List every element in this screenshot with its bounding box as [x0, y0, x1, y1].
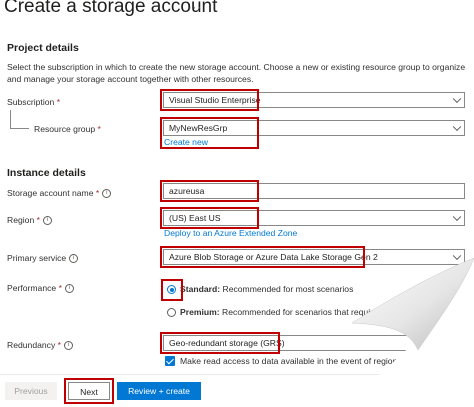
storage-name-highlight [160, 180, 259, 202]
redundancy-highlight [160, 332, 280, 354]
redundancy-label: Redundancy * i [7, 340, 74, 351]
chevron-down-icon [452, 94, 462, 104]
more-options-icon[interactable]: ··· [188, 2, 202, 14]
info-icon[interactable]: i [102, 189, 112, 199]
instance-details-heading: Instance details [7, 167, 86, 179]
primary-service-label: Primary service i [7, 253, 79, 264]
chevron-down-icon [452, 251, 462, 261]
read-access-checkbox[interactable] [165, 356, 175, 366]
chevron-down-icon [452, 337, 462, 347]
project-details-heading: Project details [7, 42, 79, 54]
performance-premium-text: Premium: Recommended for scenarios that … [180, 307, 425, 317]
info-icon[interactable]: i [64, 284, 74, 294]
resource-group-highlight [160, 117, 259, 149]
storage-account-name-label: Storage account name * i [7, 188, 112, 199]
resource-group-label: Resource group * [34, 124, 101, 134]
info-icon[interactable]: i [69, 254, 79, 264]
footer-divider [0, 374, 474, 375]
subscription-highlight [160, 89, 259, 111]
chevron-down-icon [452, 122, 462, 132]
next-highlight [64, 378, 114, 404]
read-access-label: Make read access to data available in th… [180, 356, 458, 366]
chevron-down-icon [452, 212, 462, 222]
performance-premium-radio[interactable] [167, 308, 176, 317]
info-icon[interactable]: i [42, 216, 52, 226]
standard-highlight [161, 279, 183, 301]
review-create-button[interactable]: Review + create [117, 382, 201, 400]
performance-label: Performance * i [7, 283, 74, 294]
extended-zone-link[interactable]: Deploy to an Azure Extended Zone [164, 228, 297, 238]
previous-button[interactable]: Previous [5, 382, 57, 400]
tree-connector [10, 110, 29, 129]
info-icon[interactable]: i [64, 341, 74, 351]
subscription-label: Subscription * [7, 97, 61, 107]
performance-standard-text: Standard: Recommended for most scenarios [180, 284, 354, 294]
primary-service-highlight [160, 246, 365, 268]
curl-mask [350, 258, 474, 407]
region-label: Region * i [7, 215, 52, 226]
curl-shadow [365, 262, 474, 345]
page-title: Create a storage account [4, 0, 218, 17]
region-highlight [160, 207, 259, 229]
project-details-description: Select the subscription in which to crea… [7, 62, 466, 84]
